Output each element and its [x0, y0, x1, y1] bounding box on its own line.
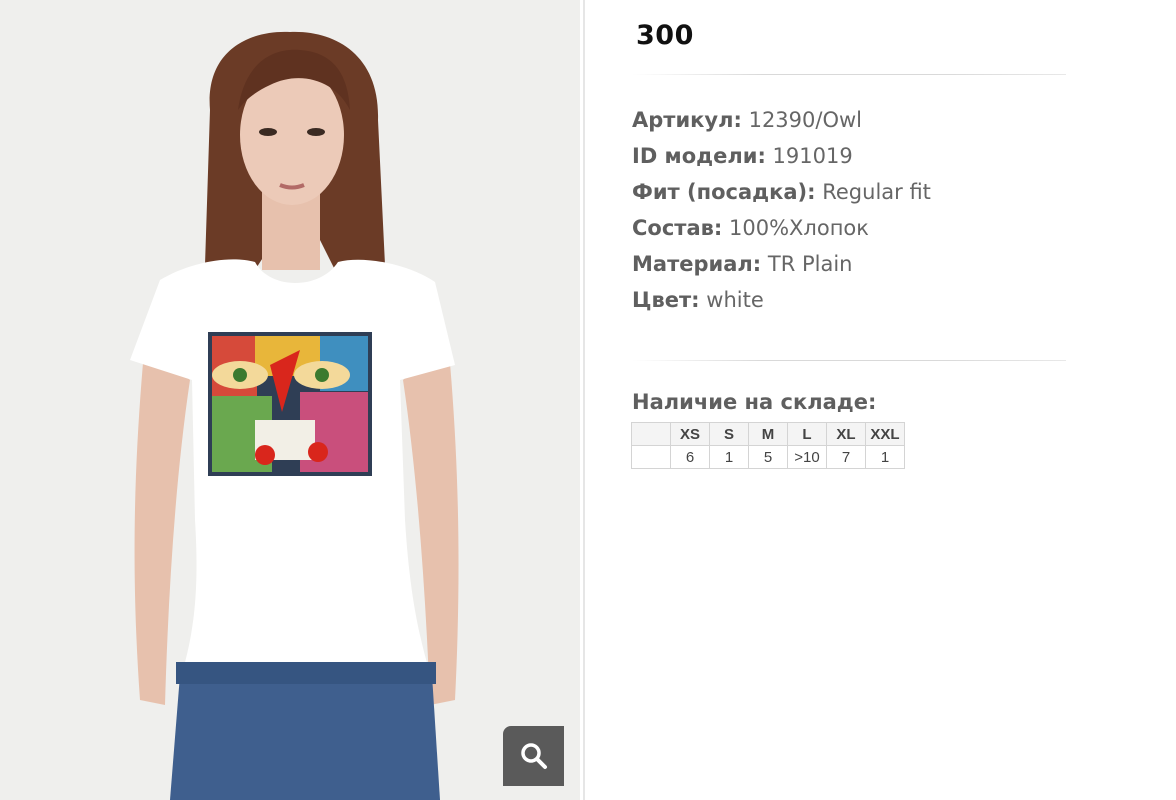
- size-header-m: M: [748, 422, 788, 446]
- stock-table: XS S M L XL XXL 6 1 5 >10 7 1: [631, 422, 905, 469]
- qty-xl: 7: [826, 445, 866, 469]
- spec-value: 100%Хлопок: [722, 216, 869, 240]
- qty-l: >10: [787, 445, 827, 469]
- spec-label: Фит (посадка):: [632, 180, 816, 204]
- spec-color: Цвет: white: [632, 282, 931, 318]
- magnifier-icon: [520, 743, 547, 769]
- spec-value: white: [699, 288, 764, 312]
- product-price: 300: [636, 20, 694, 51]
- spec-label: Материал:: [632, 252, 762, 276]
- stock-quantity-row: 6 1 5 >10 7 1: [631, 445, 905, 469]
- product-specs: Артикул: 12390/Owl ID модели: 191019 Фит…: [632, 102, 931, 318]
- spec-label: Состав:: [632, 216, 723, 240]
- spec-value: 12390/Owl: [741, 108, 862, 132]
- spec-label: ID модели:: [632, 144, 766, 168]
- zoom-button[interactable]: [503, 726, 564, 786]
- stock-row-label-cell: [631, 445, 671, 469]
- divider-middle: [632, 360, 1066, 361]
- product-photo[interactable]: [0, 0, 580, 800]
- spec-model-id: ID модели: 191019: [632, 138, 931, 174]
- spec-fit: Фит (посадка): Regular fit: [632, 174, 931, 210]
- qty-m: 5: [748, 445, 788, 469]
- spec-value: 191019: [765, 144, 853, 168]
- size-header-l: L: [787, 422, 827, 446]
- divider-top: [632, 74, 1066, 75]
- spec-label: Артикул:: [632, 108, 742, 132]
- qty-xxl: 1: [865, 445, 905, 469]
- size-header-xxl: XXL: [865, 422, 905, 446]
- stock-corner-cell: [631, 422, 671, 446]
- qty-s: 1: [709, 445, 749, 469]
- spec-value: TR Plain: [761, 252, 853, 276]
- stock-title: Наличие на складе:: [632, 390, 877, 414]
- size-header-xl: XL: [826, 422, 866, 446]
- stock-header-row: XS S M L XL XXL: [631, 422, 905, 446]
- model-tshirt-image: [0, 0, 580, 800]
- qty-xs: 6: [670, 445, 710, 469]
- spec-article: Артикул: 12390/Owl: [632, 102, 931, 138]
- spec-value: Regular fit: [815, 180, 931, 204]
- size-header-xs: XS: [670, 422, 710, 446]
- spec-label: Цвет:: [632, 288, 700, 312]
- size-header-s: S: [709, 422, 749, 446]
- column-divider: [583, 0, 585, 800]
- spec-material: Материал: TR Plain: [632, 246, 931, 282]
- spec-composition: Состав: 100%Хлопок: [632, 210, 931, 246]
